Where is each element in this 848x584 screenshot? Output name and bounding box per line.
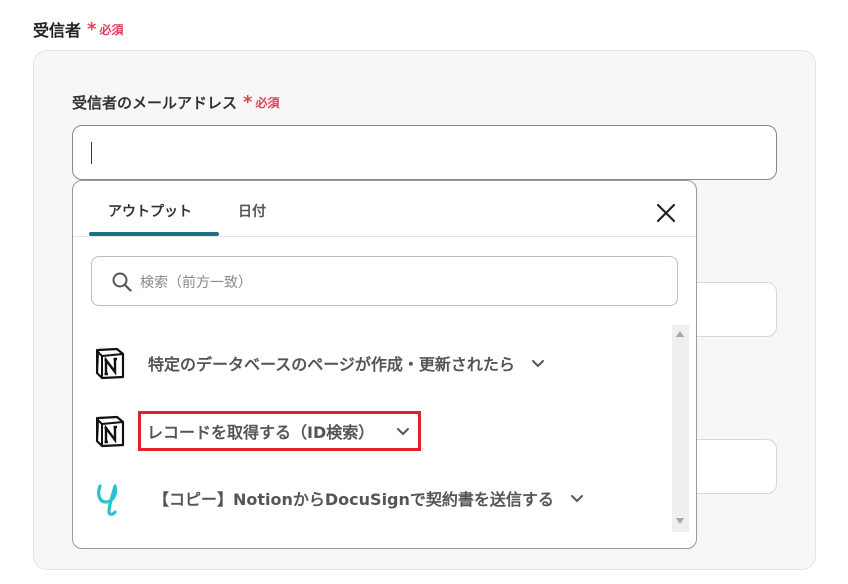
list-item[interactable]: 特定のデータベースのページが作成・更新されたら xyxy=(93,343,545,383)
active-tab-indicator xyxy=(89,232,219,236)
tab-output[interactable]: アウトプット xyxy=(108,201,192,221)
tab-date[interactable]: 日付 xyxy=(238,201,266,221)
scroll-up-arrow-icon[interactable] xyxy=(676,331,684,337)
required-badge: 必須 xyxy=(99,22,124,37)
chevron-down-icon[interactable] xyxy=(570,494,584,503)
required-badge: 必須 xyxy=(255,96,280,110)
docusign-logo-icon xyxy=(97,484,118,516)
required-asterisk: * xyxy=(243,92,253,113)
search-icon xyxy=(112,272,132,292)
list-item-label: 【コピー】NotionからDocuSignで契約書を送信する xyxy=(153,490,554,509)
list-item-label: レコードを取得する（ID検索） xyxy=(147,423,375,442)
list-item[interactable]: レコードを取得する（ID検索） xyxy=(93,411,422,451)
list-item[interactable]: 【コピー】NotionからDocuSignで契約書を送信する xyxy=(93,478,584,518)
search-placeholder: 検索（前方一致） xyxy=(140,275,252,291)
notion-logo-icon xyxy=(95,347,125,380)
recipient-email-input[interactable] xyxy=(72,125,777,180)
notion-logo-icon xyxy=(95,415,125,448)
list-item-label: 特定のデータベースのページが作成・更新されたら xyxy=(148,355,515,374)
recipient-label-text: 受信者 xyxy=(33,21,82,40)
highlighted-item-box: レコードを取得する（ID検索） xyxy=(138,411,422,451)
scroll-down-arrow-icon[interactable] xyxy=(676,518,684,524)
text-caret xyxy=(91,142,92,164)
output-picker-popover: アウトプット 日付 検索（前方一致） 特定のデータベースのページが作成・更新され… xyxy=(72,180,697,549)
close-icon[interactable] xyxy=(652,199,680,227)
recipient-section-label: 受信者 * 必須 xyxy=(33,17,123,41)
hidden-input-field[interactable] xyxy=(690,439,777,494)
email-field-label: 受信者のメールアドレス * 必須 xyxy=(72,92,279,113)
chevron-down-icon[interactable] xyxy=(396,427,410,436)
chevron-down-icon[interactable] xyxy=(531,359,545,368)
search-input[interactable]: 検索（前方一致） xyxy=(91,256,678,306)
scrollbar[interactable] xyxy=(672,325,689,532)
required-asterisk: * xyxy=(87,18,97,40)
hidden-input-field[interactable] xyxy=(690,282,777,337)
email-label-text: 受信者のメールアドレス xyxy=(72,94,238,112)
popover-tabs: アウトプット 日付 xyxy=(73,181,696,237)
